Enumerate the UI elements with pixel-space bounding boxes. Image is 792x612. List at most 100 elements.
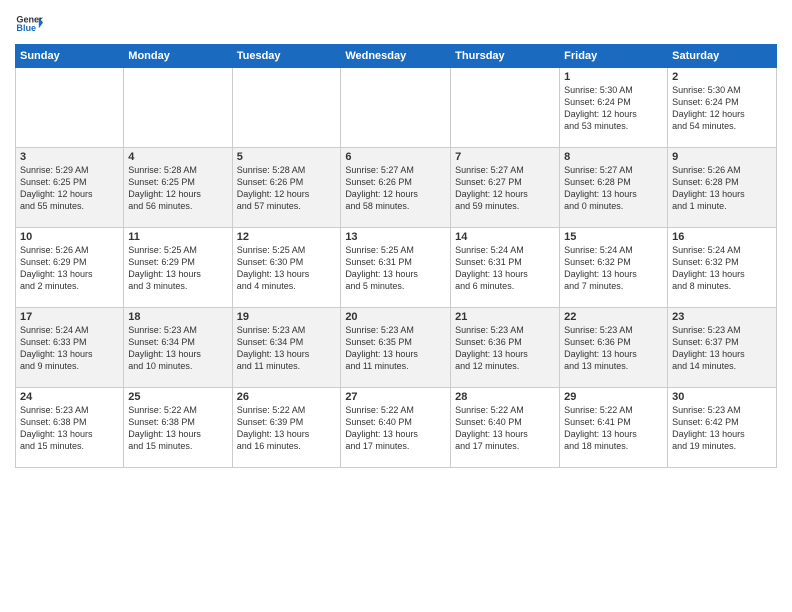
day-info: Sunrise: 5:29 AM Sunset: 6:25 PM Dayligh… xyxy=(20,164,119,213)
day-info: Sunrise: 5:23 AM Sunset: 6:35 PM Dayligh… xyxy=(345,324,446,373)
day-info: Sunrise: 5:22 AM Sunset: 6:40 PM Dayligh… xyxy=(345,404,446,453)
calendar-cell: 3Sunrise: 5:29 AM Sunset: 6:25 PM Daylig… xyxy=(16,148,124,228)
calendar-week-4: 17Sunrise: 5:24 AM Sunset: 6:33 PM Dayli… xyxy=(16,308,777,388)
day-info: Sunrise: 5:22 AM Sunset: 6:41 PM Dayligh… xyxy=(564,404,663,453)
calendar-table: SundayMondayTuesdayWednesdayThursdayFrid… xyxy=(15,44,777,468)
calendar-cell: 15Sunrise: 5:24 AM Sunset: 6:32 PM Dayli… xyxy=(560,228,668,308)
calendar-cell: 5Sunrise: 5:28 AM Sunset: 6:26 PM Daylig… xyxy=(232,148,341,228)
calendar-header-row: SundayMondayTuesdayWednesdayThursdayFrid… xyxy=(16,45,777,68)
day-number: 27 xyxy=(345,391,446,403)
day-info: Sunrise: 5:27 AM Sunset: 6:28 PM Dayligh… xyxy=(564,164,663,213)
day-number: 28 xyxy=(455,391,555,403)
day-number: 11 xyxy=(128,231,227,243)
day-info: Sunrise: 5:26 AM Sunset: 6:28 PM Dayligh… xyxy=(672,164,772,213)
calendar-cell: 29Sunrise: 5:22 AM Sunset: 6:41 PM Dayli… xyxy=(560,388,668,468)
day-info: Sunrise: 5:23 AM Sunset: 6:37 PM Dayligh… xyxy=(672,324,772,373)
day-number: 14 xyxy=(455,231,555,243)
calendar-cell: 18Sunrise: 5:23 AM Sunset: 6:34 PM Dayli… xyxy=(124,308,232,388)
calendar-cell: 25Sunrise: 5:22 AM Sunset: 6:38 PM Dayli… xyxy=(124,388,232,468)
day-info: Sunrise: 5:23 AM Sunset: 6:42 PM Dayligh… xyxy=(672,404,772,453)
weekday-header-sunday: Sunday xyxy=(16,45,124,68)
day-info: Sunrise: 5:23 AM Sunset: 6:34 PM Dayligh… xyxy=(128,324,227,373)
day-number: 26 xyxy=(237,391,337,403)
calendar-cell: 7Sunrise: 5:27 AM Sunset: 6:27 PM Daylig… xyxy=(451,148,560,228)
day-info: Sunrise: 5:24 AM Sunset: 6:32 PM Dayligh… xyxy=(672,244,772,293)
weekday-header-tuesday: Tuesday xyxy=(232,45,341,68)
svg-text:Blue: Blue xyxy=(16,23,36,33)
calendar-cell: 8Sunrise: 5:27 AM Sunset: 6:28 PM Daylig… xyxy=(560,148,668,228)
calendar-cell xyxy=(124,68,232,148)
calendar-week-5: 24Sunrise: 5:23 AM Sunset: 6:38 PM Dayli… xyxy=(16,388,777,468)
day-number: 25 xyxy=(128,391,227,403)
day-number: 5 xyxy=(237,151,337,163)
calendar-cell xyxy=(451,68,560,148)
calendar-cell: 17Sunrise: 5:24 AM Sunset: 6:33 PM Dayli… xyxy=(16,308,124,388)
page-container: General Blue SundayMondayTuesdayWednesda… xyxy=(0,0,792,478)
day-info: Sunrise: 5:23 AM Sunset: 6:36 PM Dayligh… xyxy=(455,324,555,373)
calendar-cell: 4Sunrise: 5:28 AM Sunset: 6:25 PM Daylig… xyxy=(124,148,232,228)
day-number: 21 xyxy=(455,311,555,323)
day-number: 13 xyxy=(345,231,446,243)
day-number: 18 xyxy=(128,311,227,323)
weekday-header-monday: Monday xyxy=(124,45,232,68)
calendar-week-1: 1Sunrise: 5:30 AM Sunset: 6:24 PM Daylig… xyxy=(16,68,777,148)
day-number: 8 xyxy=(564,151,663,163)
day-number: 2 xyxy=(672,71,772,83)
calendar-cell: 22Sunrise: 5:23 AM Sunset: 6:36 PM Dayli… xyxy=(560,308,668,388)
calendar-cell: 30Sunrise: 5:23 AM Sunset: 6:42 PM Dayli… xyxy=(668,388,777,468)
calendar-cell: 28Sunrise: 5:22 AM Sunset: 6:40 PM Dayli… xyxy=(451,388,560,468)
day-number: 3 xyxy=(20,151,119,163)
calendar-cell: 13Sunrise: 5:25 AM Sunset: 6:31 PM Dayli… xyxy=(341,228,451,308)
calendar-cell: 10Sunrise: 5:26 AM Sunset: 6:29 PM Dayli… xyxy=(16,228,124,308)
calendar-cell: 24Sunrise: 5:23 AM Sunset: 6:38 PM Dayli… xyxy=(16,388,124,468)
day-number: 4 xyxy=(128,151,227,163)
day-number: 7 xyxy=(455,151,555,163)
day-info: Sunrise: 5:24 AM Sunset: 6:32 PM Dayligh… xyxy=(564,244,663,293)
day-number: 20 xyxy=(345,311,446,323)
day-number: 15 xyxy=(564,231,663,243)
calendar-cell xyxy=(232,68,341,148)
calendar-cell: 16Sunrise: 5:24 AM Sunset: 6:32 PM Dayli… xyxy=(668,228,777,308)
weekday-header-thursday: Thursday xyxy=(451,45,560,68)
calendar-cell xyxy=(16,68,124,148)
day-info: Sunrise: 5:27 AM Sunset: 6:27 PM Dayligh… xyxy=(455,164,555,213)
weekday-header-friday: Friday xyxy=(560,45,668,68)
day-info: Sunrise: 5:25 AM Sunset: 6:31 PM Dayligh… xyxy=(345,244,446,293)
calendar-week-3: 10Sunrise: 5:26 AM Sunset: 6:29 PM Dayli… xyxy=(16,228,777,308)
day-number: 1 xyxy=(564,71,663,83)
calendar-cell: 21Sunrise: 5:23 AM Sunset: 6:36 PM Dayli… xyxy=(451,308,560,388)
day-info: Sunrise: 5:23 AM Sunset: 6:38 PM Dayligh… xyxy=(20,404,119,453)
calendar-cell: 20Sunrise: 5:23 AM Sunset: 6:35 PM Dayli… xyxy=(341,308,451,388)
calendar-week-2: 3Sunrise: 5:29 AM Sunset: 6:25 PM Daylig… xyxy=(16,148,777,228)
logo: General Blue xyxy=(15,10,43,38)
day-info: Sunrise: 5:25 AM Sunset: 6:30 PM Dayligh… xyxy=(237,244,337,293)
day-number: 9 xyxy=(672,151,772,163)
calendar-cell: 1Sunrise: 5:30 AM Sunset: 6:24 PM Daylig… xyxy=(560,68,668,148)
day-number: 30 xyxy=(672,391,772,403)
day-number: 12 xyxy=(237,231,337,243)
day-info: Sunrise: 5:26 AM Sunset: 6:29 PM Dayligh… xyxy=(20,244,119,293)
day-number: 17 xyxy=(20,311,119,323)
day-info: Sunrise: 5:23 AM Sunset: 6:34 PM Dayligh… xyxy=(237,324,337,373)
calendar-cell: 6Sunrise: 5:27 AM Sunset: 6:26 PM Daylig… xyxy=(341,148,451,228)
day-number: 23 xyxy=(672,311,772,323)
calendar-cell: 14Sunrise: 5:24 AM Sunset: 6:31 PM Dayli… xyxy=(451,228,560,308)
weekday-header-wednesday: Wednesday xyxy=(341,45,451,68)
calendar-cell: 27Sunrise: 5:22 AM Sunset: 6:40 PM Dayli… xyxy=(341,388,451,468)
day-number: 29 xyxy=(564,391,663,403)
day-info: Sunrise: 5:28 AM Sunset: 6:26 PM Dayligh… xyxy=(237,164,337,213)
day-number: 6 xyxy=(345,151,446,163)
calendar-cell: 23Sunrise: 5:23 AM Sunset: 6:37 PM Dayli… xyxy=(668,308,777,388)
logo-icon: General Blue xyxy=(15,10,43,38)
day-info: Sunrise: 5:28 AM Sunset: 6:25 PM Dayligh… xyxy=(128,164,227,213)
calendar-cell: 12Sunrise: 5:25 AM Sunset: 6:30 PM Dayli… xyxy=(232,228,341,308)
day-info: Sunrise: 5:30 AM Sunset: 6:24 PM Dayligh… xyxy=(564,84,663,133)
calendar-cell: 19Sunrise: 5:23 AM Sunset: 6:34 PM Dayli… xyxy=(232,308,341,388)
day-info: Sunrise: 5:22 AM Sunset: 6:39 PM Dayligh… xyxy=(237,404,337,453)
day-number: 24 xyxy=(20,391,119,403)
calendar-cell: 11Sunrise: 5:25 AM Sunset: 6:29 PM Dayli… xyxy=(124,228,232,308)
day-number: 10 xyxy=(20,231,119,243)
calendar-cell xyxy=(341,68,451,148)
calendar-cell: 2Sunrise: 5:30 AM Sunset: 6:24 PM Daylig… xyxy=(668,68,777,148)
calendar-cell: 9Sunrise: 5:26 AM Sunset: 6:28 PM Daylig… xyxy=(668,148,777,228)
